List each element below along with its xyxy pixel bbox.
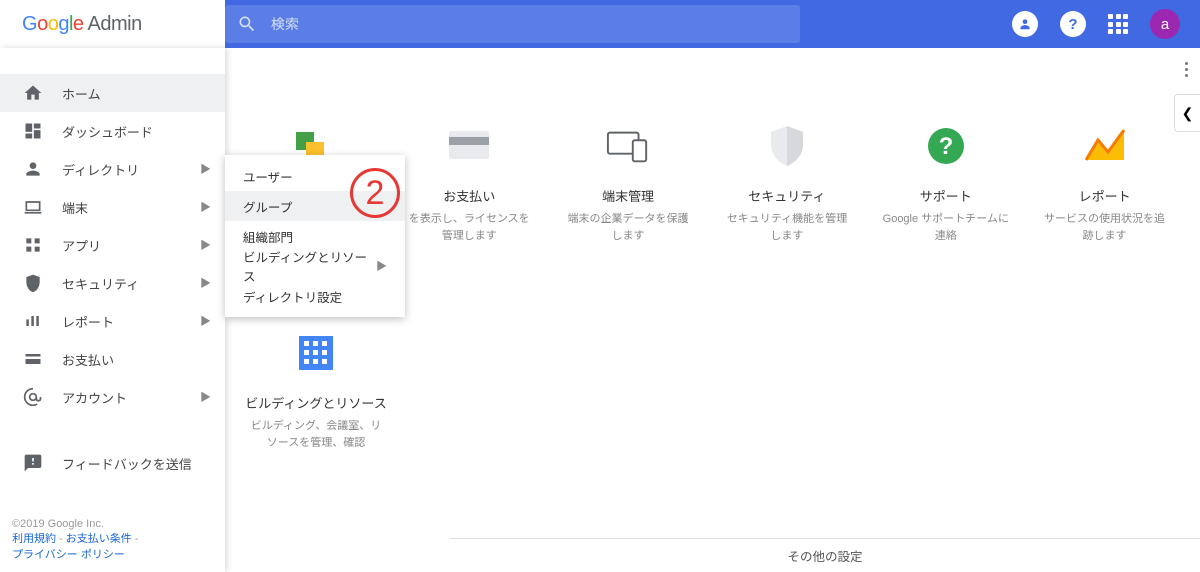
chevron-right-icon: ▶ xyxy=(200,161,211,177)
bottom-bar-label: その他の設定 xyxy=(787,546,862,565)
chevron-right-icon: ▶ xyxy=(200,199,211,215)
sidebar-item-label: ホーム xyxy=(62,84,101,103)
card-title: サポート xyxy=(874,186,1017,205)
help-icon[interactable]: ? xyxy=(1060,11,1086,37)
apps-icon xyxy=(22,234,44,256)
sidebar-item-label: アプリ xyxy=(62,236,101,255)
card-desc: サービスの使用状況を追跡します xyxy=(1033,211,1176,244)
link-privacy[interactable]: プライバシー ポリシー xyxy=(12,549,125,561)
card-desc: ビルディング、会議室、リソースを管理、確認 xyxy=(239,418,393,451)
link-terms[interactable]: 利用規約 xyxy=(12,533,56,545)
support-card-icon: ? xyxy=(924,124,968,168)
at-icon xyxy=(22,386,44,408)
card-title: セキュリティ xyxy=(715,186,858,205)
sidebar-item-devices[interactable]: 端末 ▶ xyxy=(0,188,225,226)
sidebar-item-label: ダッシュボード xyxy=(62,122,153,141)
building-card-icon xyxy=(294,331,338,375)
sidebar-item-dashboard[interactable]: ダッシュボード xyxy=(0,112,225,150)
card-title: ビルディングとリソース xyxy=(239,393,393,412)
nav-list: ホーム ダッシュボード ディレクトリ ▶ 端末 ▶ アプリ ▶ セキュリティ ▶ xyxy=(0,48,225,512)
shield-card-icon xyxy=(765,124,809,168)
sidebar-item-label: セキュリティ xyxy=(62,274,139,293)
sidebar-item-billing[interactable]: お支払い xyxy=(0,340,225,378)
search-icon xyxy=(237,14,257,34)
chevron-right-icon: ▶ xyxy=(200,313,211,329)
chevron-right-icon: ▶ xyxy=(376,258,387,274)
card-device-management[interactable]: 端末管理 端末の企業データを保護します xyxy=(553,116,704,252)
card-support[interactable]: ? サポート Google サポートチームに連絡 xyxy=(870,116,1021,252)
chevron-right-icon: ▶ xyxy=(200,389,211,405)
sidebar-item-label: ディレクトリ xyxy=(62,160,139,179)
card-icon xyxy=(22,348,44,370)
search-container: 検索 xyxy=(225,5,1012,43)
google-admin-logo: GoogleAdmin xyxy=(22,13,142,36)
chevron-right-icon: ▶ xyxy=(200,275,211,291)
search-input[interactable]: 検索 xyxy=(225,5,800,43)
sidebar-item-security[interactable]: セキュリティ ▶ xyxy=(0,264,225,302)
more-menu-icon[interactable] xyxy=(1185,62,1188,77)
card-reports[interactable]: レポート サービスの使用状況を追跡します xyxy=(1029,116,1180,252)
reports-icon xyxy=(22,310,44,332)
copyright: ©2019 Google Inc. xyxy=(12,518,213,530)
sidebar-item-directory[interactable]: ディレクトリ ▶ xyxy=(0,150,225,188)
card-desc: を表示し、ライセンスを管理します xyxy=(398,211,541,244)
card-billing[interactable]: お支払い を表示し、ライセンスを管理します xyxy=(394,116,545,252)
sidebar: ホーム ダッシュボード ディレクトリ ▶ 端末 ▶ アプリ ▶ セキュリティ ▶ xyxy=(0,48,225,572)
apps-grid-icon[interactable] xyxy=(1108,14,1128,34)
sidebar-item-account[interactable]: アカウント ▶ xyxy=(0,378,225,416)
billing-card-icon xyxy=(447,124,491,168)
top-right-actions: ? a xyxy=(1012,9,1200,39)
sidebar-item-label: お支払い xyxy=(62,350,114,369)
shield-icon xyxy=(22,272,44,294)
card-security[interactable]: セキュリティ セキュリティ機能を管理します xyxy=(711,116,862,252)
sidebar-item-label: レポート xyxy=(62,312,114,331)
bottom-bar[interactable]: その他の設定 xyxy=(450,538,1200,572)
sidebar-item-reports[interactable]: レポート ▶ xyxy=(0,302,225,340)
card-title: お支払い xyxy=(398,186,541,205)
cards-row-2: ビルディングとリソース ビルディング、会議室、リソースを管理、確認 xyxy=(235,323,397,459)
card-buildings-resources[interactable]: ビルディングとリソース ビルディング、会議室、リソースを管理、確認 xyxy=(235,323,397,459)
sidebar-item-label: アカウント xyxy=(62,388,127,407)
top-bar: GoogleAdmin 検索 ? a xyxy=(0,0,1200,48)
svg-text:?: ? xyxy=(938,133,953,160)
card-desc: Google サポートチームに連絡 xyxy=(874,211,1017,244)
sidebar-item-home[interactable]: ホーム xyxy=(0,74,225,112)
sidebar-item-feedback[interactable]: フィードバックを送信 xyxy=(0,444,225,482)
sidebar-item-label: フィードバックを送信 xyxy=(62,454,192,473)
sidebar-item-label: 端末 xyxy=(62,198,88,217)
search-placeholder: 検索 xyxy=(271,14,299,34)
annotation-circle: 2 xyxy=(350,168,400,218)
card-desc: セキュリティ機能を管理します xyxy=(715,211,858,244)
chevron-right-icon: ▶ xyxy=(200,237,211,253)
device-card-icon xyxy=(606,124,650,168)
devices-icon xyxy=(22,196,44,218)
submenu-item-buildings[interactable]: ビルディングとリソース▶ xyxy=(225,251,405,281)
sidebar-item-apps[interactable]: アプリ ▶ xyxy=(0,226,225,264)
feedback-icon xyxy=(22,452,44,474)
logo-area: GoogleAdmin xyxy=(0,0,225,48)
card-title: レポート xyxy=(1033,186,1176,205)
dashboard-icon xyxy=(22,120,44,142)
avatar[interactable]: a xyxy=(1150,9,1180,39)
card-desc: 端末の企業データを保護します xyxy=(557,211,700,244)
reports-card-icon xyxy=(1083,124,1127,168)
card-title: 端末管理 xyxy=(557,186,700,205)
account-icon[interactable] xyxy=(1012,11,1038,37)
person-icon xyxy=(22,158,44,180)
home-icon xyxy=(22,82,44,104)
link-billing-terms[interactable]: お支払い条件 xyxy=(66,533,132,545)
footer-links: ©2019 Google Inc. 利用規約 - お支払い条件 - プライバシー… xyxy=(0,512,225,572)
submenu-item-dirsettings[interactable]: ディレクトリ設定 xyxy=(225,281,405,311)
